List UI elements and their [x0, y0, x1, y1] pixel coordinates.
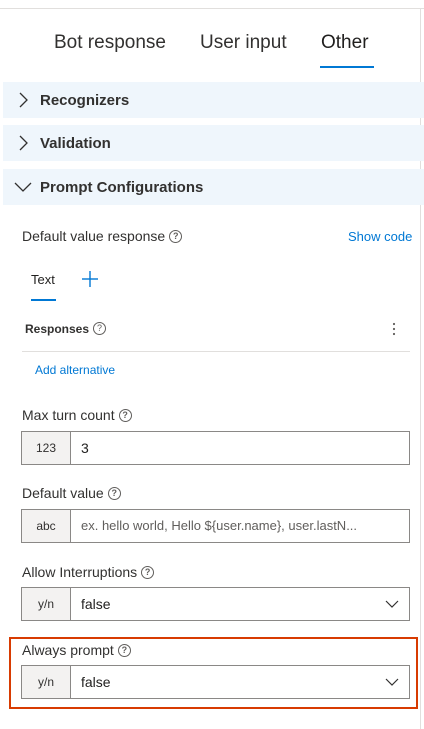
top-border: [0, 8, 424, 9]
type-prefix: 123: [22, 432, 71, 464]
more-vertical-icon[interactable]: [390, 320, 398, 338]
active-subtab-indicator: [31, 299, 56, 301]
plus-icon[interactable]: [80, 269, 100, 289]
help-icon[interactable]: ?: [117, 644, 131, 657]
dropdown-value[interactable]: false: [81, 666, 111, 698]
input-placeholder[interactable]: ex. hello world, Hello ${user.name}, use…: [81, 510, 403, 542]
tab-bot-response[interactable]: Bot response: [54, 32, 166, 54]
chevron-right-icon: [19, 92, 28, 108]
chevron-down-icon[interactable]: [385, 598, 399, 610]
section-recognizers[interactable]: Recognizers: [3, 82, 424, 118]
active-tab-indicator: [320, 66, 374, 68]
divider: [22, 351, 410, 352]
help-icon[interactable]: ?: [141, 566, 155, 579]
help-icon[interactable]: ?: [93, 322, 107, 335]
dropdown-value[interactable]: false: [81, 588, 111, 620]
allow-interruptions-label: Allow Interruptions?: [22, 564, 155, 580]
show-code-link[interactable]: Show code: [348, 229, 412, 244]
max-turn-count-label: Max turn count?: [22, 407, 132, 423]
chevron-right-icon: [19, 135, 28, 151]
section-validation[interactable]: Validation: [3, 125, 424, 161]
section-label: Validation: [40, 135, 111, 152]
input-value[interactable]: 3: [81, 432, 89, 464]
section-prompt-configurations[interactable]: Prompt Configurations: [3, 169, 424, 205]
tab-text[interactable]: Text: [31, 272, 55, 287]
type-prefix: y/n: [22, 588, 71, 620]
responses-label: Responses?: [25, 322, 107, 336]
chevron-down-icon: [14, 182, 32, 192]
default-value-input[interactable]: abc ex. hello world, Hello ${user.name},…: [21, 509, 410, 543]
always-prompt-dropdown[interactable]: y/n false: [21, 665, 410, 699]
allow-interruptions-dropdown[interactable]: y/n false: [21, 587, 410, 621]
tab-bar: Bot response User input Other: [0, 32, 424, 72]
help-icon[interactable]: ?: [169, 230, 183, 243]
max-turn-count-input[interactable]: 123 3: [21, 431, 410, 465]
default-value-response-label: Default value response?: [22, 228, 183, 244]
help-icon[interactable]: ?: [107, 487, 121, 500]
always-prompt-label: Always prompt?: [22, 642, 131, 658]
type-prefix: y/n: [22, 666, 71, 698]
help-icon[interactable]: ?: [118, 409, 132, 422]
add-alternative-link[interactable]: Add alternative: [35, 363, 115, 377]
default-value-label: Default value?: [22, 485, 121, 501]
tab-other[interactable]: Other: [321, 32, 369, 54]
type-prefix: abc: [22, 510, 71, 542]
chevron-down-icon[interactable]: [385, 676, 399, 688]
section-label: Prompt Configurations: [40, 179, 204, 196]
section-label: Recognizers: [40, 92, 130, 109]
tab-user-input[interactable]: User input: [200, 32, 287, 54]
